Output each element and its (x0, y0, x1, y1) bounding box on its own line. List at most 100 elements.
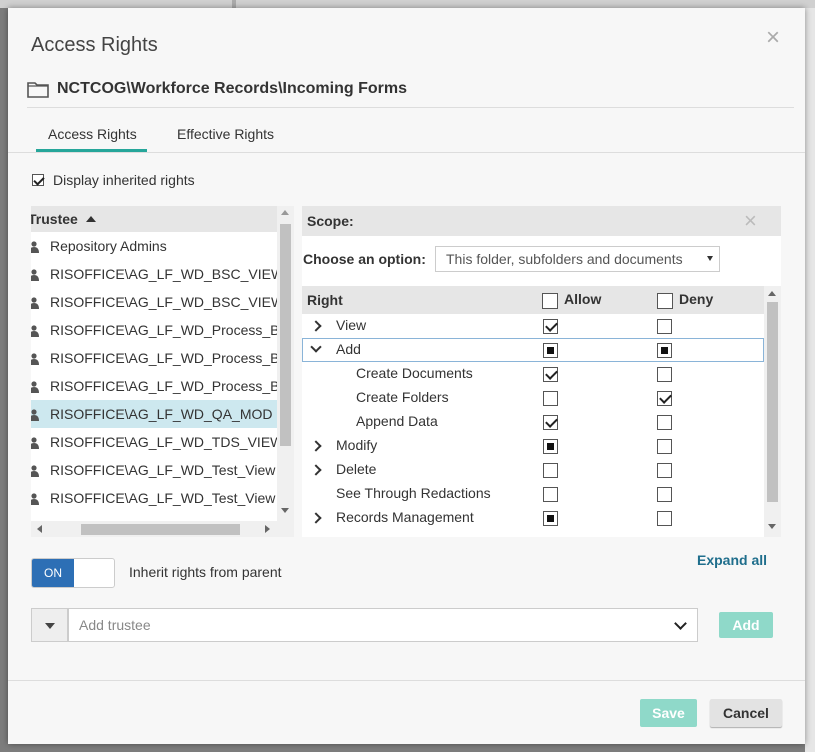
inherit-label: Inherit rights from parent (129, 564, 282, 580)
allow-checkbox[interactable] (543, 319, 558, 334)
deny-checkbox[interactable] (657, 415, 672, 430)
right-row[interactable]: View (302, 314, 764, 338)
trustee-header-label: Trustee (31, 211, 78, 227)
deny-checkbox[interactable] (657, 463, 672, 478)
trustee-vertical-scrollbar[interactable] (277, 206, 294, 521)
save-button[interactable]: Save (640, 699, 697, 727)
allow-checkbox[interactable] (543, 487, 558, 502)
trustee-horizontal-scrollbar[interactable] (31, 521, 277, 537)
trustee-name: RISOFFICE\AG_LF_WD_Test_View (50, 490, 276, 506)
divider (27, 107, 794, 108)
display-inherited-checkbox[interactable] (32, 174, 44, 186)
right-row[interactable]: Delete (302, 458, 764, 482)
scroll-thumb[interactable] (280, 224, 291, 446)
deny-all-checkbox[interactable] (657, 293, 673, 309)
trustee-row[interactable]: RISOFFICE\AG_LF_WD_Process_Builder (31, 344, 277, 372)
scope-select-value: This folder, subfolders and documents (446, 251, 683, 267)
user-icon (31, 381, 39, 393)
right-row[interactable]: Modify (302, 434, 764, 458)
caret-down-icon (45, 623, 55, 629)
chevron-right-icon[interactable] (310, 464, 322, 476)
trustee-row[interactable]: RISOFFICE\AG_LF_WD_Test_View (31, 484, 277, 512)
deny-column-header: Deny (679, 291, 714, 307)
choose-option-label: Choose an option: (303, 251, 426, 267)
trustee-name: RISOFFICE\AG_LF_WD_BSC_VIEW (50, 294, 277, 310)
right-row[interactable]: Create Documents (302, 362, 764, 386)
right-label: Append Data (356, 413, 438, 429)
path-text: NCTCOG\Workforce Records\Incoming Forms (57, 80, 407, 97)
trustee-row[interactable]: RISOFFICE\AG_LF_WD_BSC_VIEW (31, 288, 277, 316)
trustee-row[interactable]: RISOFFICE\AG_LF_WD_BSC_VIEW (31, 260, 277, 288)
close-icon[interactable]: × (766, 26, 786, 50)
right-row[interactable]: Create Folders (302, 386, 764, 410)
trustee-name: Repository Admins (50, 238, 167, 254)
deny-checkbox[interactable] (657, 511, 672, 526)
tab-effective-rights[interactable]: Effective Rights (177, 126, 274, 142)
trustee-row[interactable]: RISOFFICE\AG_LF_WD_Test_View (31, 456, 277, 484)
inherit-toggle[interactable]: ON (31, 558, 115, 588)
trustee-column-header[interactable]: Trustee (31, 206, 277, 232)
deny-checkbox[interactable] (657, 367, 672, 382)
allow-checkbox[interactable] (543, 343, 558, 358)
trustee-type-dropdown[interactable] (31, 608, 68, 642)
scroll-up-icon[interactable] (768, 291, 776, 296)
chevron-down-icon[interactable] (674, 617, 687, 630)
scope-panel: Scope: × Choose an option: This folder, … (302, 206, 781, 537)
trustee-row[interactable]: RISOFFICE\AG_LF_WD_Process_Builder (31, 316, 277, 344)
scroll-thumb[interactable] (767, 302, 778, 502)
add-button[interactable]: Add (719, 612, 773, 638)
rights-header: Right Allow Deny (302, 286, 764, 314)
deny-checkbox[interactable] (657, 439, 672, 454)
right-row[interactable]: See Through Redactions (302, 482, 764, 506)
deny-checkbox[interactable] (657, 319, 672, 334)
trustee-row[interactable]: RISOFFICE\AG_LF_WD_Process_Builder (31, 372, 277, 400)
allow-checkbox[interactable] (543, 439, 558, 454)
scroll-up-icon[interactable] (281, 210, 289, 215)
trustee-row[interactable]: RISOFFICE\AG_LF_WD_TDS_VIEW (31, 428, 277, 456)
chevron-right-icon[interactable] (310, 320, 322, 332)
chevron-down-icon[interactable] (310, 341, 322, 353)
user-icon (31, 325, 39, 337)
right-label: See Through Redactions (336, 485, 491, 501)
cancel-button[interactable]: Cancel (710, 699, 782, 727)
right-row[interactable]: Append Data (302, 410, 764, 434)
allow-checkbox[interactable] (543, 415, 558, 430)
allow-checkbox[interactable] (543, 463, 558, 478)
expand-all-link[interactable]: Expand all (697, 552, 767, 568)
user-icon (31, 241, 39, 253)
scroll-right-icon[interactable] (265, 525, 270, 533)
deny-checkbox[interactable] (657, 343, 672, 358)
trustee-row[interactable]: Repository Admins (31, 232, 277, 260)
trustee-name: RISOFFICE\AG_LF_WD_TDS_VIEW (50, 434, 277, 450)
add-trustee-input[interactable]: Add trustee (68, 608, 698, 642)
folder-icon (27, 82, 49, 98)
scroll-left-icon[interactable] (37, 525, 42, 533)
close-icon[interactable]: × (744, 210, 757, 232)
scope-header: Scope: × (302, 206, 781, 236)
allow-checkbox[interactable] (543, 391, 558, 406)
user-icon (31, 465, 39, 477)
user-icon (31, 269, 39, 281)
dialog-title: Access Rights (31, 34, 158, 56)
folder-path: NCTCOG\Workforce Records\Incoming Forms (27, 78, 407, 100)
scroll-down-icon[interactable] (768, 524, 776, 529)
right-row[interactable]: Add (302, 338, 764, 362)
tab-access-rights[interactable]: Access Rights (48, 126, 137, 142)
deny-checkbox[interactable] (657, 487, 672, 502)
user-icon (31, 353, 39, 365)
scroll-down-icon[interactable] (281, 508, 289, 513)
trustee-name: RISOFFICE\AG_LF_WD_BSC_VIEW (50, 266, 277, 282)
scope-select[interactable]: This folder, subfolders and documents (435, 246, 720, 272)
scroll-thumb[interactable] (81, 524, 240, 535)
rights-vertical-scrollbar[interactable] (764, 286, 781, 537)
allow-checkbox[interactable] (543, 367, 558, 382)
right-label: Delete (336, 461, 377, 477)
allow-checkbox[interactable] (543, 511, 558, 526)
trustee-row[interactable]: RISOFFICE\AG_LF_WD_QA_MOD (31, 400, 277, 428)
deny-checkbox[interactable] (657, 391, 672, 406)
allow-all-checkbox[interactable] (542, 293, 558, 309)
right-label: Records Management (336, 509, 474, 525)
right-row[interactable]: Records Management (302, 506, 764, 530)
chevron-right-icon[interactable] (310, 512, 322, 524)
chevron-right-icon[interactable] (310, 440, 322, 452)
